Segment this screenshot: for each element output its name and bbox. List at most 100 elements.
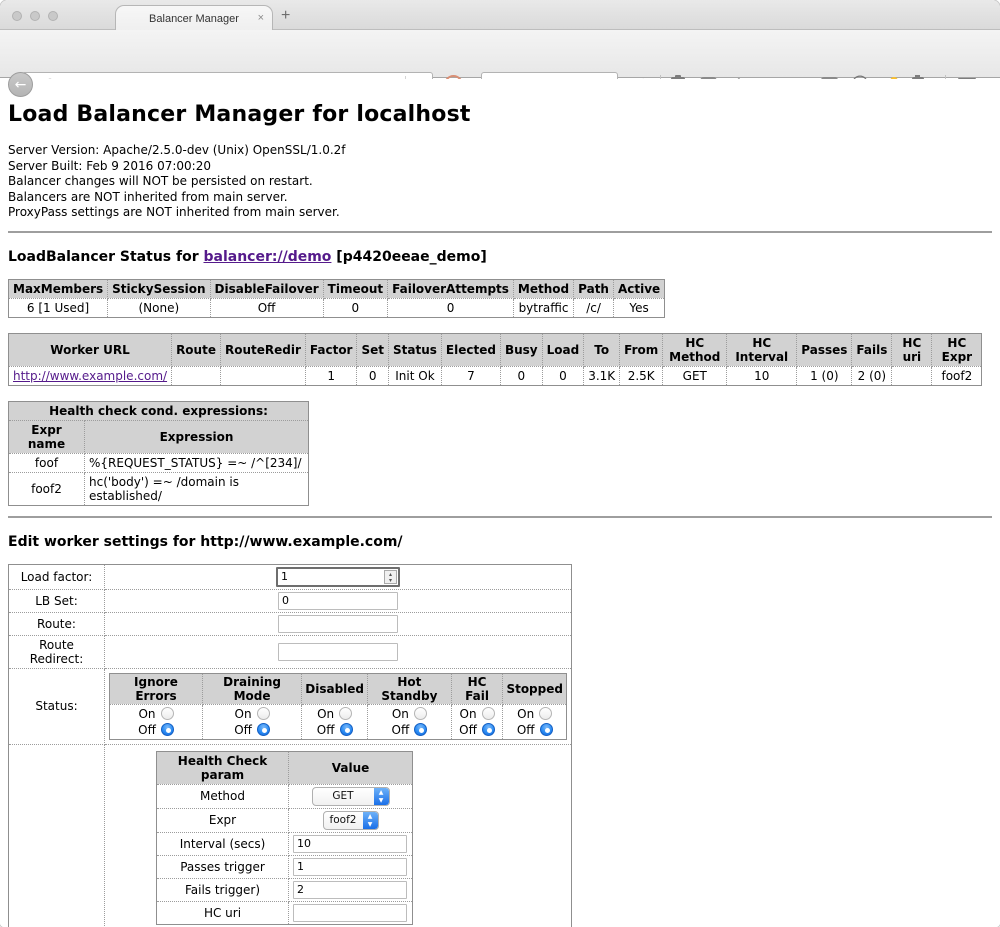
fails-input[interactable] <box>293 881 407 899</box>
inherit-note-line: Balancers are NOT inherited from main se… <box>8 190 992 206</box>
close-window-button[interactable] <box>12 11 22 21</box>
draining-mode-on-radio[interactable] <box>257 707 270 720</box>
page-title: Load Balancer Manager for localhost <box>8 102 992 127</box>
number-spinner-icon[interactable]: ▴▾ <box>384 570 397 584</box>
back-button[interactable]: ← <box>8 72 33 97</box>
status-heading-prefix: LoadBalancer Status for <box>8 249 204 265</box>
col-hc-value: Value <box>289 751 413 784</box>
stopped-on-radio[interactable] <box>539 707 552 720</box>
ignore-errors-on-radio[interactable] <box>161 707 174 720</box>
server-version-line: Server Version: Apache/2.5.0-dev (Unix) … <box>8 143 992 159</box>
col-stickysession: StickySession <box>108 279 210 298</box>
col-busy: Busy <box>500 333 542 366</box>
hc-fail-on-radio[interactable] <box>482 707 495 720</box>
tab-close-icon[interactable]: × <box>258 12 264 24</box>
draining-mode-off-radio[interactable] <box>257 723 270 736</box>
hc-row-interval: Interval (secs) <box>157 832 413 855</box>
stopped-off-radio[interactable] <box>540 723 553 736</box>
form-row-route-redirect: Route Redirect: <box>9 635 572 668</box>
health-check-param-table: Health Check param Value Method GET▲▼ Ex… <box>156 751 413 925</box>
off-label: Off <box>459 723 477 737</box>
route-redirect-label: Route Redirect: <box>9 635 105 668</box>
method-label: Method <box>157 784 289 808</box>
col-hc-fail: HC Fail <box>451 673 503 704</box>
page-content: Load Balancer Manager for localhost Serv… <box>0 79 1000 927</box>
col-expression: Expression <box>85 420 309 453</box>
hc-uri-label: HC uri <box>157 901 289 924</box>
interval-input[interactable] <box>293 835 407 853</box>
col-hc-param: Health Check param <box>157 751 289 784</box>
zoom-window-button[interactable] <box>48 11 58 21</box>
titlebar: Balancer Manager × + <box>0 0 1000 30</box>
val-timeout: 0 <box>323 298 387 317</box>
worker-status-table: Worker URL Route RouteRedir Factor Set S… <box>8 333 982 386</box>
passes-input[interactable] <box>293 858 407 876</box>
val-hc-uri <box>892 366 932 385</box>
col-disablefailover: DisableFailover <box>210 279 323 298</box>
fails-label: Fails trigger) <box>157 878 289 901</box>
val-busy: 0 <box>500 366 542 385</box>
off-label: Off <box>234 723 252 737</box>
ignore-errors-off-radio[interactable] <box>161 723 174 736</box>
form-row-lb-set: LB Set: <box>9 589 572 612</box>
col-status: Status <box>389 333 442 366</box>
col-active: Active <box>613 279 664 298</box>
load-factor-label: Load factor: <box>9 564 105 589</box>
server-info: Server Version: Apache/2.5.0-dev (Unix) … <box>8 143 992 221</box>
table-title-row: Health check cond. expressions: <box>9 401 309 420</box>
worker-url-link[interactable]: http://www.example.com/ <box>13 369 167 383</box>
hc-uri-input[interactable] <box>293 904 407 922</box>
expr-select[interactable]: foof2▲▼ <box>323 811 379 830</box>
form-row-health-check: Health Check param Value Method GET▲▼ Ex… <box>9 744 572 927</box>
proxypass-note-line: ProxyPass settings are NOT inherited fro… <box>8 205 992 221</box>
lb-set-input[interactable] <box>278 592 398 610</box>
val-hc-expr: foof2 <box>932 366 982 385</box>
col-fails: Fails <box>852 333 892 366</box>
table-header-row: Worker URL Route RouteRedir Factor Set S… <box>9 333 982 366</box>
hot-standby-on-radio[interactable] <box>414 707 427 720</box>
on-label: On <box>517 707 534 721</box>
expr-select-value: foof2 <box>324 812 363 829</box>
val-factor: 1 <box>305 366 357 385</box>
table-header-row: MaxMembers StickySession DisableFailover… <box>9 279 665 298</box>
table-row: http://www.example.com/ 1 0 Init Ok 7 0 … <box>9 366 982 385</box>
edit-worker-form: Load factor: ▴▾ LB Set: Route: Route Red… <box>8 564 572 927</box>
route-redirect-input[interactable] <box>278 643 398 661</box>
val-route <box>172 366 221 385</box>
on-label: On <box>138 707 155 721</box>
col-failoverattempts: FailoverAttempts <box>388 279 514 298</box>
status-options-table: Ignore Errors Draining Mode Disabled Hot… <box>109 673 567 740</box>
hc-row-passes: Passes trigger <box>157 855 413 878</box>
load-factor-input[interactable] <box>276 567 400 587</box>
interval-label: Interval (secs) <box>157 832 289 855</box>
tab-title: Balancer Manager <box>149 13 239 25</box>
expr-value-foof2: hc('body') =~ /domain is established/ <box>85 472 309 505</box>
method-select-value: GET <box>313 788 374 805</box>
on-label: On <box>392 707 409 721</box>
hot-standby-off-radio[interactable] <box>414 723 427 736</box>
val-hc-interval: 10 <box>727 366 797 385</box>
select-stepper-icon: ▲▼ <box>374 788 389 805</box>
status-heading-suffix: [p4420eeae_demo] <box>331 249 486 265</box>
col-from: From <box>620 333 663 366</box>
val-elected: 7 <box>441 366 500 385</box>
col-routeredir: RouteRedir <box>220 333 305 366</box>
val-passes: 1 (0) <box>797 366 852 385</box>
disabled-off-radio[interactable] <box>340 723 353 736</box>
col-method: Method <box>513 279 573 298</box>
health-expressions-table: Health check cond. expressions: Expr nam… <box>8 401 309 506</box>
minimize-window-button[interactable] <box>30 11 40 21</box>
method-select[interactable]: GET▲▼ <box>312 787 390 806</box>
val-from: 2.5K <box>620 366 663 385</box>
new-tab-button[interactable]: + <box>281 8 290 24</box>
edit-worker-heading: Edit worker settings for http://www.exam… <box>8 534 992 550</box>
balancer-demo-link[interactable]: balancer://demo <box>204 249 332 265</box>
val-fails: 2 (0) <box>852 366 892 385</box>
disabled-on-radio[interactable] <box>339 707 352 720</box>
col-hc-uri: HC uri <box>892 333 932 366</box>
hc-fail-off-radio[interactable] <box>482 723 495 736</box>
route-input[interactable] <box>278 615 398 633</box>
table-row: foof2 hc('body') =~ /domain is establish… <box>9 472 309 505</box>
tab-balancer-manager[interactable]: Balancer Manager × <box>115 5 273 31</box>
val-load: 0 <box>542 366 584 385</box>
